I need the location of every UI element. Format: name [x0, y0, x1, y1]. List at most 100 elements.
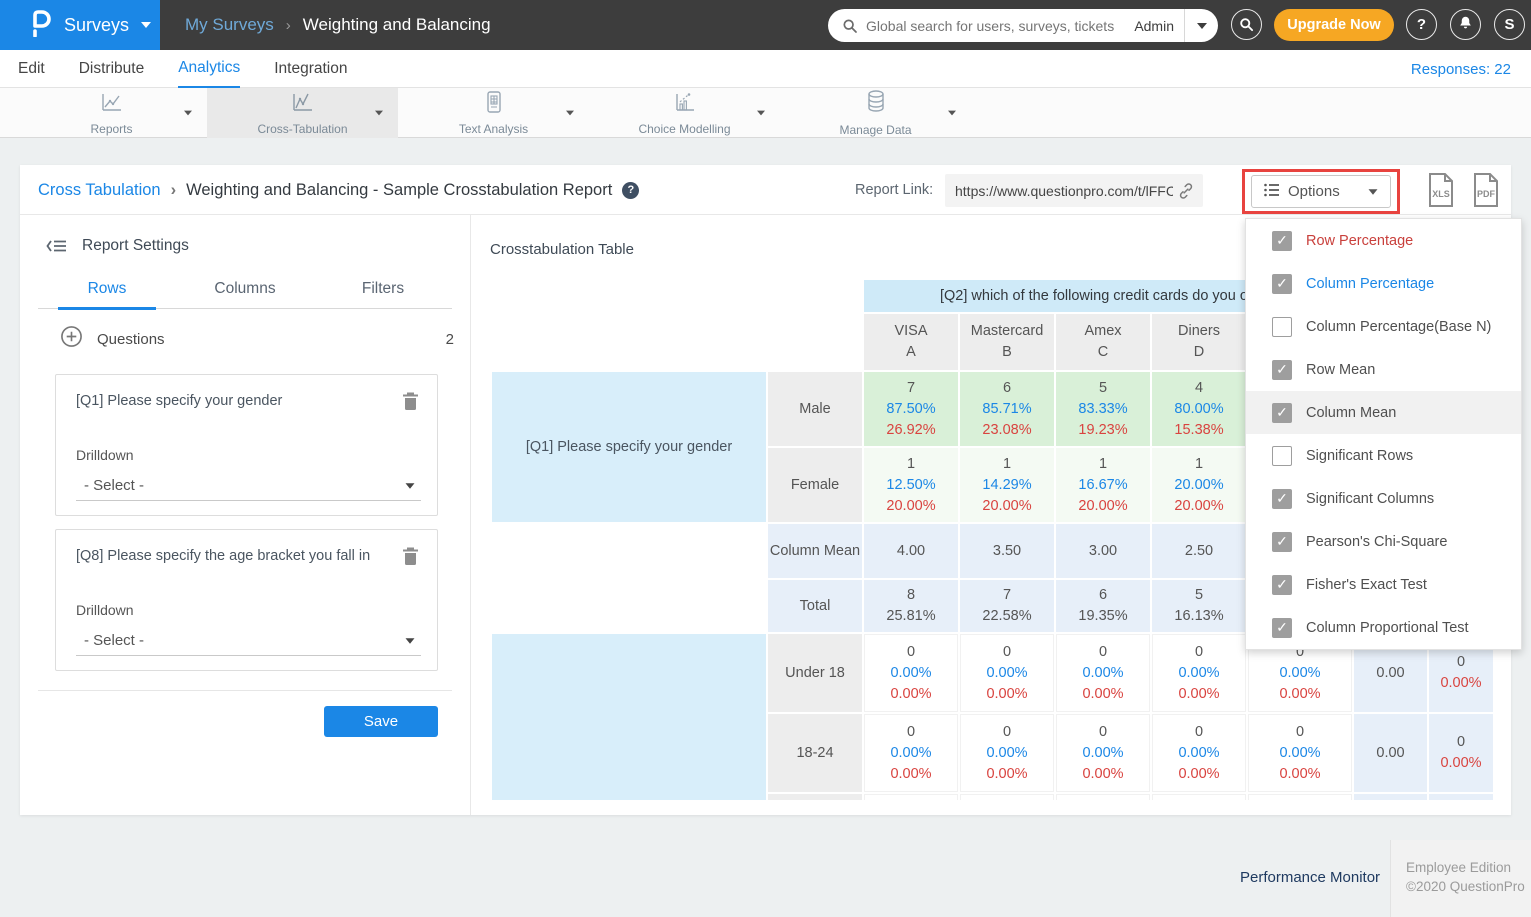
checkbox-unchecked-icon[interactable]	[1272, 446, 1292, 466]
crosstab-cell: 120.00%20.00%	[1152, 448, 1246, 522]
crosstab-cell: 4.00	[864, 524, 958, 578]
export-xls-button[interactable]: XLS	[1426, 172, 1456, 208]
tool-manage-data[interactable]: Manage Data	[780, 88, 971, 138]
option-row-percentage[interactable]: ✓Row Percentage	[1246, 219, 1521, 262]
crosstab-cell: 00.00%0.00%	[864, 714, 958, 792]
options-label: Options	[1288, 183, 1340, 200]
tab-filters[interactable]: Filters	[314, 277, 452, 308]
svg-text:XLS: XLS	[1432, 189, 1450, 199]
tool-reports[interactable]: Reports	[16, 88, 207, 138]
option-significant-rows[interactable]: Significant Rows	[1246, 434, 1521, 477]
product-switcher[interactable]: Surveys	[0, 0, 160, 50]
crosstab-cell: 3.50	[960, 524, 1054, 578]
help-button[interactable]: ?	[1406, 9, 1437, 40]
save-button[interactable]: Save	[324, 706, 438, 737]
nav-analytics[interactable]: Analytics	[178, 50, 240, 88]
question-card-q8: [Q8] Please specify the age bracket you …	[55, 529, 438, 671]
panel-divider	[470, 215, 471, 815]
checkbox-unchecked-icon[interactable]	[1272, 317, 1292, 337]
copyright-label: ©2020 QuestionPro	[1406, 877, 1531, 896]
crosstab-cell: 619.35%	[1056, 580, 1150, 632]
link-icon[interactable]	[1177, 182, 1203, 200]
question-card-q1: [Q1] Please specify your gender Drilldow…	[55, 374, 438, 516]
checkbox-checked-icon[interactable]: ✓	[1272, 532, 1292, 552]
option-column-mean[interactable]: ✓Column Mean	[1246, 391, 1521, 434]
crosstab-cell: 00.00%0.00%	[1056, 634, 1150, 712]
add-question-icon[interactable]	[60, 325, 83, 353]
collapse-panel-icon[interactable]	[46, 238, 68, 254]
user-avatar[interactable]: S	[1494, 9, 1525, 40]
tool-text-analysis[interactable]: Text Analysis	[398, 88, 589, 138]
tool-cross-tabulation[interactable]: Cross-Tabulation	[207, 88, 398, 138]
crosstab-cell: 00.00%0.00%	[1152, 634, 1246, 712]
upgrade-now-button[interactable]: Upgrade Now	[1274, 9, 1394, 41]
questions-count: 2	[446, 331, 454, 348]
cross-tab-chart-icon	[290, 90, 316, 119]
option-pearsons-chi-square[interactable]: ✓Pearson's Chi-Square	[1246, 520, 1521, 563]
line-chart-icon	[99, 90, 125, 119]
option-fishers-exact-test[interactable]: ✓Fisher's Exact Test	[1246, 563, 1521, 606]
global-search-input[interactable]	[866, 18, 1124, 34]
crosstab-cell: 00.00%0.00%	[1152, 714, 1246, 792]
option-column-percentage[interactable]: ✓Column Percentage	[1246, 262, 1521, 305]
nav-distribute[interactable]: Distribute	[79, 50, 144, 88]
col-header-mastercard: MastercardB	[960, 314, 1054, 370]
option-column-percentage-base-n[interactable]: Column Percentage(Base N)	[1246, 305, 1521, 348]
question-title: [Q1] Please specify your gender	[76, 393, 386, 409]
checkbox-checked-icon[interactable]: ✓	[1272, 360, 1292, 380]
checkbox-checked-icon[interactable]: ✓	[1272, 274, 1292, 294]
nav-edit[interactable]: Edit	[18, 50, 45, 88]
checkbox-checked-icon[interactable]: ✓	[1272, 618, 1292, 638]
performance-monitor-link[interactable]: Performance Monitor	[1240, 869, 1380, 886]
crosstab-cell: 583.33%19.23%	[1056, 372, 1150, 446]
product-name: Surveys	[64, 15, 129, 36]
cross-tab-caret-icon[interactable]	[375, 111, 383, 116]
checkbox-checked-icon[interactable]: ✓	[1272, 575, 1292, 595]
reports-caret-icon[interactable]	[184, 111, 192, 116]
crosstab-cell: 00.00%0.00%	[960, 714, 1054, 792]
choice-modelling-caret-icon[interactable]	[757, 111, 765, 116]
col-header-amex: AmexC	[1056, 314, 1150, 370]
crosstab-cell: 00.00%0.00%	[1248, 714, 1352, 792]
checkbox-checked-icon[interactable]: ✓	[1272, 231, 1292, 251]
options-button[interactable]: Options	[1251, 175, 1391, 208]
questionpro-logo-icon	[30, 9, 52, 42]
svg-text:PDF: PDF	[1477, 189, 1496, 199]
search-icon	[828, 18, 866, 34]
option-row-mean[interactable]: ✓Row Mean	[1246, 348, 1521, 391]
tab-columns[interactable]: Columns	[176, 277, 314, 308]
checkbox-checked-icon[interactable]: ✓	[1272, 403, 1292, 423]
delete-question-icon[interactable]	[402, 391, 419, 416]
search-scope-dropdown[interactable]	[1184, 9, 1218, 42]
crosstab-cell: 112.50%20.00%	[864, 448, 958, 522]
tab-rows[interactable]: Rows	[38, 277, 176, 308]
checkbox-checked-icon[interactable]: ✓	[1272, 489, 1292, 509]
nav-integration[interactable]: Integration	[274, 50, 347, 88]
settings-tabs: Rows Columns Filters	[38, 277, 452, 309]
survey-nav: Edit Distribute Analytics Integration	[0, 50, 1531, 88]
report-link-input[interactable]	[945, 183, 1177, 199]
manage-data-caret-icon[interactable]	[948, 111, 956, 116]
tool-choice-modelling[interactable]: Choice Modelling	[589, 88, 780, 138]
export-pdf-button[interactable]: PDF	[1471, 172, 1501, 208]
search-submit-button[interactable]	[1231, 9, 1262, 40]
crosstab-cell: 685.71%23.08%	[960, 372, 1054, 446]
option-column-proportional-test[interactable]: ✓Column Proportional Test	[1246, 606, 1521, 649]
crosstab-cell: 00.00%0.00%	[960, 634, 1054, 712]
drilldown-select[interactable]: - Select -	[76, 626, 421, 656]
notifications-button[interactable]	[1450, 9, 1481, 40]
report-link-label: Report Link:	[855, 182, 933, 198]
delete-question-icon[interactable]	[402, 546, 419, 571]
crosstab-cell-row-mean: 0.00	[1354, 714, 1427, 792]
top-bar: Surveys My Surveys › Weighting and Balan…	[0, 0, 1531, 50]
report-help-icon[interactable]: ?	[622, 182, 639, 199]
drilldown-select[interactable]: - Select -	[76, 471, 421, 501]
edition-block: Employee Edition ©2020 QuestionPro	[1390, 840, 1531, 917]
breadcrumb-my-surveys[interactable]: My Surveys	[185, 15, 274, 35]
cross-tabulation-link[interactable]: Cross Tabulation	[38, 181, 161, 200]
row-label-18-24: 18-24	[768, 714, 862, 792]
crumb-separator: ›	[171, 181, 177, 200]
text-analysis-caret-icon[interactable]	[566, 111, 574, 116]
option-significant-columns[interactable]: ✓Significant Columns	[1246, 477, 1521, 520]
select-caret-icon	[406, 638, 415, 643]
